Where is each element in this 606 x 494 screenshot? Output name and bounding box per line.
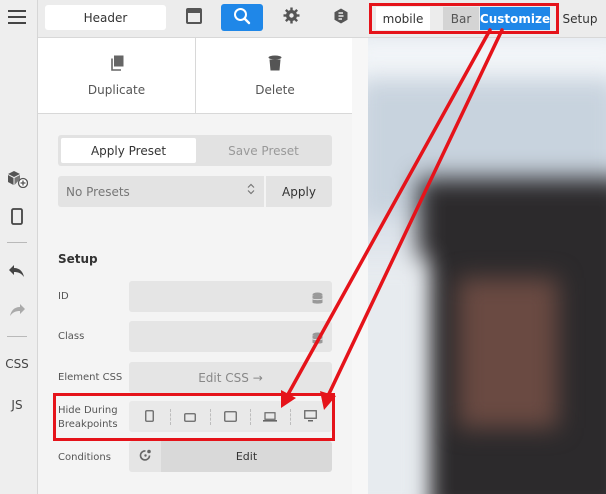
preset-tabs: Apply Preset Save Preset xyxy=(58,135,332,166)
tab-setup[interactable]: Setup xyxy=(558,7,602,30)
search-icon xyxy=(233,7,251,29)
tab-customize[interactable]: Customize xyxy=(480,7,550,30)
hide-breakpoints-label: Hide During Breakpoints xyxy=(58,404,118,432)
id-label: ID xyxy=(58,291,69,302)
add-element-icon[interactable] xyxy=(0,166,34,190)
settings-button[interactable] xyxy=(270,4,312,31)
phone-portrait-icon xyxy=(144,407,154,426)
preview-toolbar: mobile Bar Customize Setup xyxy=(368,0,606,38)
mobile-device-icon[interactable] xyxy=(0,205,34,227)
preset-select-value: No Presets xyxy=(66,184,130,199)
undo-icon[interactable] xyxy=(0,260,34,282)
class-label: Class xyxy=(58,331,85,342)
layout-button[interactable] xyxy=(173,4,215,31)
hide-label-line1: Hide During xyxy=(58,405,118,416)
tablet-icon xyxy=(223,407,237,426)
breakpoint-toggles xyxy=(129,401,332,432)
device-selector[interactable]: mobile xyxy=(376,7,430,30)
tab-bar[interactable]: Bar xyxy=(443,7,479,30)
preview-blur-left xyxy=(368,258,428,494)
hide-desktop-toggle[interactable] xyxy=(290,401,330,432)
hide-label-line2: Breakpoints xyxy=(58,419,118,430)
conditions-edit-button[interactable]: Edit xyxy=(161,441,332,472)
id-field[interactable] xyxy=(129,281,332,312)
element-title[interactable]: Header xyxy=(45,5,166,30)
panel-scrollbar[interactable] xyxy=(352,38,368,494)
redo-icon[interactable] xyxy=(0,299,34,321)
gear-icon xyxy=(283,7,300,28)
chevron-up-down-icon xyxy=(247,183,255,197)
apply-preset-button[interactable]: Apply xyxy=(266,176,332,207)
conditions-icon xyxy=(139,447,152,466)
conditions-label: Conditions xyxy=(58,452,111,463)
hide-tablet-toggle[interactable] xyxy=(210,401,250,432)
delete-label: Delete xyxy=(255,83,295,97)
hide-laptop-toggle[interactable] xyxy=(250,401,290,432)
tab-apply-preset[interactable]: Apply Preset xyxy=(61,138,196,163)
edit-css-button[interactable]: Edit CSS → xyxy=(129,362,332,393)
preview-canvas[interactable] xyxy=(368,38,606,494)
preview-blur-photo-highlight xyxy=(458,278,558,428)
rail-divider xyxy=(7,336,27,337)
duplicate-label: Duplicate xyxy=(87,83,146,97)
rail-divider xyxy=(7,242,27,243)
js-link[interactable]: JS xyxy=(0,396,34,414)
database-icon[interactable] xyxy=(312,290,323,309)
setup-heading: Setup xyxy=(58,252,98,266)
phone-landscape-icon xyxy=(184,407,196,426)
duplicate-button[interactable]: Duplicate xyxy=(38,38,195,114)
class-field[interactable] xyxy=(129,321,332,352)
menu-icon[interactable] xyxy=(0,6,34,28)
brand-button[interactable] xyxy=(320,4,362,31)
search-button[interactable] xyxy=(221,4,263,31)
laptop-icon xyxy=(263,407,277,426)
css-link[interactable]: CSS xyxy=(0,355,34,373)
database-icon[interactable] xyxy=(312,330,323,349)
settings-panel: Duplicate Delete Apply Preset Save Prese… xyxy=(38,38,354,494)
conditions-icon-button[interactable] xyxy=(129,441,161,472)
element-actions: Duplicate Delete xyxy=(38,38,354,114)
delete-button[interactable]: Delete xyxy=(196,38,354,114)
brand-icon xyxy=(333,8,349,28)
layout-icon xyxy=(186,7,202,28)
left-rail: CSS JS xyxy=(0,0,38,494)
hide-phone-landscape-toggle[interactable] xyxy=(170,401,210,432)
top-toolbar: Header xyxy=(38,0,368,38)
hide-phone-portrait-toggle[interactable] xyxy=(129,401,169,432)
duplicate-icon xyxy=(110,55,124,74)
desktop-icon xyxy=(303,407,317,426)
trash-icon xyxy=(268,55,282,74)
preset-select[interactable]: No Presets xyxy=(58,176,264,207)
tab-save-preset[interactable]: Save Preset xyxy=(198,138,329,163)
element-css-label: Element CSS xyxy=(58,372,123,383)
